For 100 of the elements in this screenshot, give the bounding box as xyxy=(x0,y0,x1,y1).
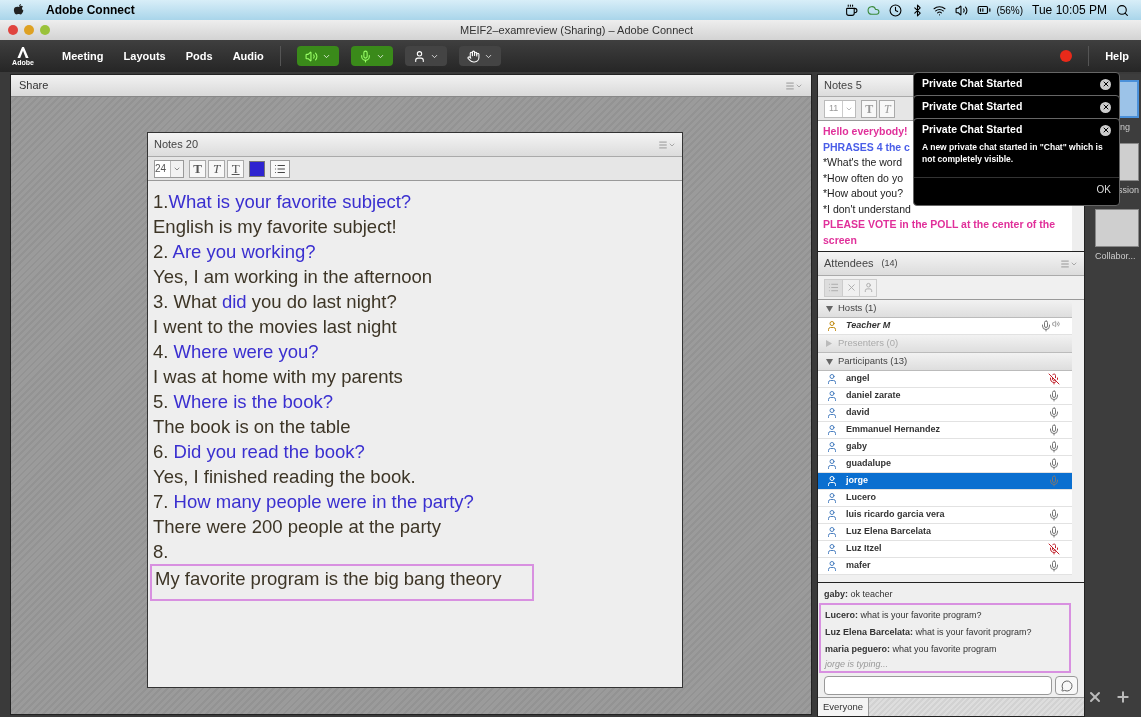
chat-message: maria peguero: what you favorite program xyxy=(824,643,998,656)
app-menu-title[interactable]: Adobe Connect xyxy=(46,1,135,19)
add-layout-icon[interactable] xyxy=(1115,689,1131,705)
note-line: 3. What did you do last night? xyxy=(153,290,397,314)
note-line: Yes, I am working in the afternoon xyxy=(153,265,433,289)
close-window-button[interactable] xyxy=(8,25,18,35)
send-message-button[interactable] xyxy=(1055,676,1078,695)
user-icon xyxy=(826,492,838,504)
hand-icon xyxy=(466,49,480,63)
note-line: *What's the word xyxy=(823,155,903,170)
pod-title: Notes 5 xyxy=(824,78,862,94)
clock-icon[interactable] xyxy=(889,3,903,17)
ok-button[interactable]: OK xyxy=(1096,182,1111,197)
close-icon[interactable] xyxy=(1100,101,1111,113)
battery-percentage: (56%) xyxy=(996,3,1024,18)
app-menu-item[interactable]: Meeting xyxy=(62,47,104,65)
user-icon xyxy=(826,560,838,572)
attendee-row[interactable]: angel xyxy=(818,371,1072,388)
user-icon xyxy=(826,424,838,436)
pod-title: Attendees xyxy=(824,256,874,272)
menu-bar-clock[interactable]: Tue 10:05 PM xyxy=(1032,1,1107,19)
user-icon xyxy=(826,407,838,419)
attendee-name: daniel zarate xyxy=(846,389,901,403)
attendee-row[interactable]: david xyxy=(818,405,1072,422)
note-line: The book is on the table xyxy=(153,415,351,439)
note-line: PLEASE VOTE in the POLL at the center of the screen xyxy=(823,217,1056,248)
attendee-row[interactable]: Emmanuel Hernandez xyxy=(818,422,1072,439)
attendee-count: (14) xyxy=(881,256,898,270)
microphone-icon xyxy=(358,49,372,63)
note-line: English is my favorite subject! xyxy=(153,215,397,239)
user-icon xyxy=(826,390,838,402)
attendee-name: Luz Elena Barcelata xyxy=(846,525,932,539)
typing-indicator: jorge is typing... xyxy=(823,658,890,671)
speaker-icon xyxy=(304,49,318,63)
battery-icon[interactable] xyxy=(977,3,992,17)
raise-hand-button[interactable] xyxy=(458,46,501,66)
app-menu-item[interactable]: Layouts xyxy=(123,47,166,65)
attendee-row[interactable]: luis ricardo garcia vera xyxy=(818,507,1072,524)
volume-icon[interactable] xyxy=(955,3,969,17)
help-menu[interactable]: Help xyxy=(1105,47,1129,65)
attendee-row[interactable]: Lucero xyxy=(818,490,1072,507)
window-title: MEIF2–examreview (Sharing) – Adobe Connect xyxy=(460,22,693,38)
webcam-button[interactable] xyxy=(404,46,447,66)
layout-label[interactable]: Collabor... xyxy=(1085,250,1136,264)
user-icon xyxy=(826,509,838,521)
note-line: *How often do yo xyxy=(823,170,903,186)
wifi-icon[interactable] xyxy=(933,3,947,17)
recording-indicator[interactable] xyxy=(1060,50,1073,62)
attendee-row[interactable]: Teacher M xyxy=(818,318,1072,335)
chat-input-field[interactable] xyxy=(824,676,1052,695)
coffee-cup-icon[interactable] xyxy=(845,3,859,17)
pod-title: Notes 20 xyxy=(154,137,199,153)
font-size-dropdown[interactable]: 24 xyxy=(154,159,185,178)
speech-bubble-icon xyxy=(1060,679,1073,692)
attendee-row[interactable]: gaby xyxy=(818,439,1072,456)
attendee-row[interactable]: Luz Elena Barcelata xyxy=(818,524,1072,541)
attendee-name: luis ricardo garcia vera xyxy=(846,508,945,522)
search-icon[interactable] xyxy=(1116,3,1129,17)
note-line: 1.What is your favorite subject? xyxy=(153,190,412,214)
note-line: Yes, I finished reading the book. xyxy=(153,465,416,489)
text-format-button[interactable]: T xyxy=(227,159,245,178)
notification-message: A new private chat started in "Chat" which is not completely visible. xyxy=(921,141,1104,166)
attendee-name: angel xyxy=(846,372,870,386)
note-line: Hello everybody! xyxy=(823,124,908,139)
note-line: 6. Did you read the book? xyxy=(153,440,365,464)
chat-message: gaby: ok teacher xyxy=(823,588,894,601)
chat-recipient-tab[interactable]: Everyone xyxy=(818,698,870,716)
note-line: 5. Where is the book? xyxy=(153,390,333,414)
attendee-name: david xyxy=(846,406,870,420)
note-line: There were 200 people at the party xyxy=(153,515,441,539)
notification-title: Private Chat Started xyxy=(922,122,1023,138)
text-format-button[interactable]: T xyxy=(208,159,226,178)
close-icon[interactable] xyxy=(1100,124,1111,136)
text-format-button[interactable]: T xyxy=(189,159,207,178)
caret-icon xyxy=(170,160,184,177)
attendee-row[interactable]: daniel zarate xyxy=(818,388,1072,405)
user-icon xyxy=(412,49,426,63)
bullet-list-icon[interactable] xyxy=(270,159,291,178)
text-color-swatch[interactable] xyxy=(249,160,266,177)
attendee-name: Teacher M xyxy=(846,319,891,333)
layout-thumbnail[interactable] xyxy=(1095,209,1139,247)
speaker-toggle-button[interactable] xyxy=(296,46,339,66)
chat-message: Lucero: what is your favorite program? xyxy=(824,609,983,622)
app-menu-item[interactable]: Audio xyxy=(232,47,264,65)
app-menu-item[interactable]: Pods xyxy=(185,47,213,65)
close-icon[interactable] xyxy=(1100,78,1111,90)
attendee-row[interactable]: guadalupe xyxy=(818,456,1072,473)
note-line: I went to the movies last night xyxy=(153,315,397,339)
attendee-name: mafer xyxy=(846,559,871,573)
attendee-row[interactable]: jorge xyxy=(818,473,1072,490)
layout-label[interactable]: ng xyxy=(1120,121,1139,135)
attendee-row[interactable]: Luz Itzel xyxy=(818,541,1072,558)
attendee-row[interactable]: mafer xyxy=(818,558,1072,575)
cloud-sync-icon[interactable] xyxy=(867,3,881,17)
attendee-name: guadalupe xyxy=(846,457,891,471)
notification-title: Private Chat Started xyxy=(922,76,1023,92)
apple-logo-icon[interactable] xyxy=(12,3,26,17)
note-line: 7. How many people were in the party? xyxy=(153,490,474,514)
attendee-name: Luz Itzel xyxy=(846,542,882,556)
microphone-toggle-button[interactable] xyxy=(350,46,393,66)
